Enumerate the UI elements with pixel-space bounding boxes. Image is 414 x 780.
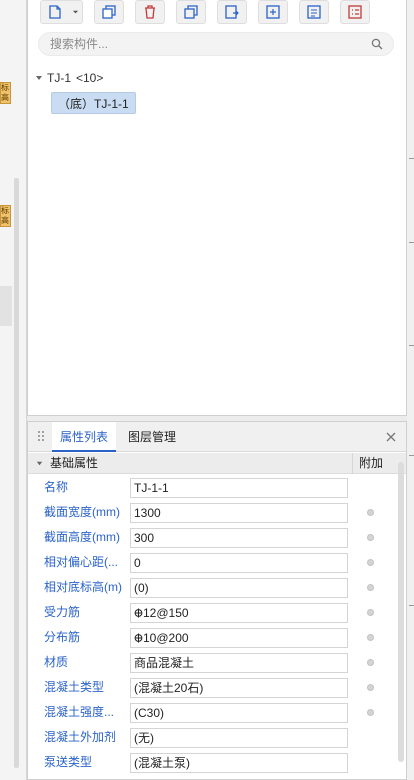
extra-checkbox[interactable] xyxy=(367,684,374,691)
property-name: 相对偏心距(... xyxy=(44,555,118,569)
export-icon xyxy=(225,5,239,19)
tree-node-label: TJ-1 xyxy=(47,71,71,85)
property-row: 泵送类型 (混凝土泵) xyxy=(28,750,394,775)
properties-scrollbar[interactable] xyxy=(398,462,404,762)
export-button[interactable] xyxy=(217,0,247,24)
extra-checkbox[interactable] xyxy=(367,609,374,616)
tree-node-parent[interactable]: TJ-1 <10> xyxy=(34,68,103,88)
property-name: 混凝土强度... xyxy=(44,705,115,719)
property-row: 材质 商品混凝土 xyxy=(28,650,394,675)
property-name: 截面高度(mm) xyxy=(44,530,120,544)
tree-node-label: （底）TJ-1-1 xyxy=(58,96,129,111)
tab-layers[interactable]: 图层管理 xyxy=(120,422,184,452)
property-row: 截面高度(mm) 300 xyxy=(28,525,394,550)
properties-panel: 属性列表 图层管理 基础属性 附加 名称 TJ-1-1 截面宽度(mm) 1300 截面… xyxy=(27,421,407,780)
property-row: 相对底标高(m) (0) xyxy=(28,575,394,600)
right-panel-edge xyxy=(407,0,414,780)
extra-column-header: 附加 xyxy=(352,453,392,474)
search-input[interactable] xyxy=(39,33,369,55)
property-name: 相对底标高(m) xyxy=(44,580,122,594)
extra-checkbox[interactable] xyxy=(367,509,374,516)
component-list-panel: TJ-1 <10> （底）TJ-1-1 xyxy=(27,0,407,416)
rebar-grade-icon xyxy=(134,633,143,643)
search-icon[interactable] xyxy=(371,38,383,50)
property-row: 截面宽度(mm) 1300 xyxy=(28,500,394,525)
elevation-tag: 标高 xyxy=(0,82,11,104)
property-name: 混凝土类型 xyxy=(44,680,105,694)
property-value: 10@200 xyxy=(143,631,189,645)
layers-copy-icon xyxy=(184,5,198,19)
property-value-field[interactable]: (无) xyxy=(130,728,348,748)
property-group-label: 基础属性 xyxy=(50,456,99,470)
tab-properties[interactable]: 属性列表 xyxy=(52,422,117,452)
extra-checkbox[interactable] xyxy=(367,584,374,591)
left-panel-scrollbar[interactable] xyxy=(14,178,19,768)
checklist-icon xyxy=(348,5,362,19)
property-row: 混凝土外加剂 (无) xyxy=(28,725,394,750)
extra-checkbox[interactable] xyxy=(367,634,374,641)
close-icon[interactable] xyxy=(384,430,398,444)
property-value-field[interactable]: 商品混凝土 xyxy=(130,653,348,673)
elevation-tag: 标高 xyxy=(0,205,11,227)
property-name: 受力筋 xyxy=(44,605,81,619)
search-box xyxy=(38,32,394,56)
extra-checkbox[interactable] xyxy=(367,534,374,541)
new-component-button[interactable] xyxy=(40,0,70,24)
properties-header: 属性列表 图层管理 xyxy=(28,422,406,452)
left-panel-edge: 标高 标高 xyxy=(0,0,27,780)
drag-grip-icon[interactable] xyxy=(37,430,45,444)
rebar-grade-icon xyxy=(134,608,143,618)
property-name: 混凝土外加剂 xyxy=(44,730,117,744)
property-value-field[interactable]: (混凝土泵) xyxy=(130,753,348,773)
caret-down-icon[interactable] xyxy=(35,459,44,468)
property-value-field[interactable]: 1300 xyxy=(130,503,348,523)
import-button[interactable] xyxy=(258,0,288,24)
tree-node-count: <10> xyxy=(76,71,104,85)
property-row: 相对偏心距(... 0 xyxy=(28,550,394,575)
extra-checkbox[interactable] xyxy=(367,659,374,666)
tree-node-selected[interactable]: （底）TJ-1-1 xyxy=(51,92,136,114)
new-component-dropdown[interactable] xyxy=(69,0,83,24)
property-value-field[interactable]: (C30) xyxy=(130,703,348,723)
property-row: 混凝土强度... (C30) xyxy=(28,700,394,725)
property-name: 名称 xyxy=(44,480,69,494)
property-value-field[interactable]: 0 xyxy=(130,553,348,573)
list-view-button[interactable] xyxy=(299,0,329,24)
component-toolbar xyxy=(28,0,406,28)
new-doc-icon xyxy=(49,5,61,19)
property-value-field[interactable]: 300 xyxy=(130,528,348,548)
copy-icon xyxy=(102,5,116,19)
property-row: 名称 TJ-1-1 xyxy=(28,475,394,500)
import-icon xyxy=(266,5,280,19)
property-name: 分布筋 xyxy=(44,630,81,644)
property-value-field[interactable]: (0) xyxy=(130,578,348,598)
chevron-down-icon xyxy=(72,10,79,13)
property-view-button[interactable] xyxy=(340,0,370,24)
copy-component-button[interactable] xyxy=(94,0,124,24)
property-value-field[interactable]: 10@200 xyxy=(130,628,348,648)
property-name: 泵送类型 xyxy=(44,755,93,769)
trash-icon xyxy=(145,5,155,19)
property-row: 受力筋 12@150 xyxy=(28,600,394,625)
property-name: 材质 xyxy=(44,655,69,669)
property-group-header[interactable]: 基础属性 附加 xyxy=(28,453,406,474)
property-name: 截面宽度(mm) xyxy=(44,505,120,519)
left-panel-selection xyxy=(0,286,12,326)
property-value-field[interactable]: TJ-1-1 xyxy=(130,478,348,498)
delete-component-button[interactable] xyxy=(135,0,165,24)
property-value: 12@150 xyxy=(143,606,189,620)
duplicate-button[interactable] xyxy=(176,0,206,24)
extra-checkbox[interactable] xyxy=(367,559,374,566)
property-value-field[interactable]: (混凝土20石) xyxy=(130,678,348,698)
extra-checkbox[interactable] xyxy=(367,709,374,716)
property-row: 分布筋 10@200 xyxy=(28,625,394,650)
caret-down-icon[interactable] xyxy=(34,73,44,83)
property-value-field[interactable]: 12@150 xyxy=(130,603,348,623)
list-icon xyxy=(307,5,321,19)
property-row: 混凝土类型 (混凝土20石) xyxy=(28,675,394,700)
